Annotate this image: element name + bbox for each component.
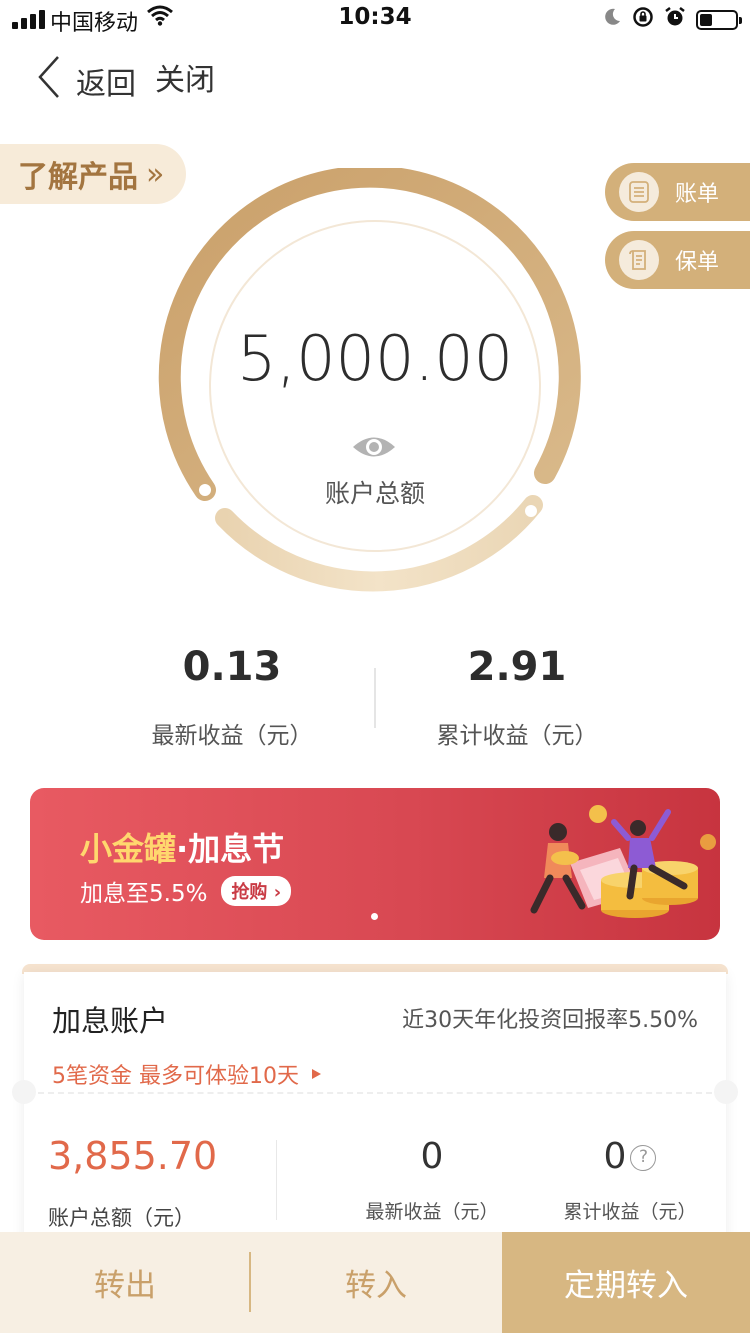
bonus-cumulative-label: 累计收益（元） — [563, 1201, 697, 1223]
transfer-in-button[interactable]: 转入 — [250, 1232, 502, 1333]
bottom-action-bar: 转出 转入 定期转入 — [0, 1232, 750, 1333]
eye-icon[interactable] — [351, 432, 397, 466]
fixed-transfer-in-button[interactable]: 定期转入 — [502, 1232, 750, 1333]
banner-title-b: 加息节 — [188, 830, 285, 868]
bonus-cumulative-value: 0 — [603, 1136, 627, 1177]
transfer-out-button[interactable]: 转出 — [0, 1232, 250, 1333]
carousel-dot — [371, 913, 378, 920]
total-earnings: 2.91 累计收益（元） — [367, 644, 667, 750]
rotation-lock-icon — [632, 6, 654, 34]
total-balance: 5,000.00 — [236, 322, 514, 395]
back-button[interactable]: 返回 — [36, 55, 136, 107]
bill-label: 账单 — [675, 182, 720, 207]
policy-button[interactable]: 保单 — [605, 231, 750, 289]
latest-earnings-value: 0.13 — [182, 644, 282, 690]
bonus-account-note[interactable]: 5笔资金 最多可体验10天 — [52, 1058, 323, 1090]
bonus-account-rate: 近30天年化投资回报率5.50% — [402, 1008, 698, 1033]
latest-earnings: 0.13 最新收益（元） — [82, 644, 382, 750]
banner-subtitle: 加息至5.5% — [80, 881, 208, 907]
bonus-latest-value: 0 — [420, 1136, 444, 1177]
bonus-account-note-text: 5笔资金 最多可体验10天 — [52, 1064, 299, 1089]
promo-banner[interactable]: 小金罐·加息节 加息至5.5% 抢购 › — [30, 788, 720, 940]
alarm-icon — [664, 6, 686, 34]
total-earnings-label: 累计收益（元） — [436, 723, 598, 749]
footer-divider — [249, 1252, 251, 1312]
chevron-left-icon — [36, 55, 62, 107]
card-notch-left — [12, 1080, 36, 1104]
bonus-cumulative: 0? 累计收益（元） — [540, 1136, 720, 1224]
banner-title-sep: · — [176, 830, 189, 868]
promo-illustration — [530, 805, 716, 918]
balance-label: 账户总额 — [324, 479, 425, 508]
bonus-total-label: 账户总额（元） — [48, 1206, 195, 1230]
learn-product-label: 了解产品 — [18, 160, 138, 195]
moon-icon — [602, 7, 622, 33]
close-button[interactable]: 关闭 — [155, 55, 215, 99]
play-arrow-icon — [309, 1062, 323, 1087]
bill-icon — [619, 172, 659, 212]
total-earnings-value: 2.91 — [467, 644, 567, 690]
help-icon[interactable]: ? — [630, 1145, 657, 1171]
bonus-latest: 0 最新收益（元） — [342, 1136, 522, 1224]
bonus-total-value: 3,855.70 — [48, 1134, 218, 1178]
bonus-account-title: 加息账户 — [52, 1004, 169, 1038]
bonus-latest-label: 最新收益（元） — [365, 1201, 499, 1223]
card-notch-right — [714, 1080, 738, 1104]
battery-icon — [696, 10, 742, 30]
policy-label: 保单 — [675, 250, 720, 275]
back-label: 返回 — [76, 67, 136, 102]
banner-title: 小金罐·加息节 — [80, 824, 284, 870]
bonus-account-card[interactable]: 加息账户 近30天年化投资回报率5.50% 5笔资金 最多可体验10天 3,85… — [12, 972, 738, 1242]
status-bar: 中国移动 10:34 — [0, 0, 750, 40]
card-divider — [276, 1140, 277, 1220]
banner-subtitle-row: 加息至5.5% 抢购 › — [80, 874, 292, 908]
policy-icon — [619, 240, 659, 280]
latest-earnings-label: 最新收益（元） — [151, 723, 313, 749]
bill-button[interactable]: 账单 — [605, 163, 750, 221]
dashed-divider — [38, 1092, 712, 1094]
banner-title-a: 小金罐 — [80, 830, 177, 868]
buy-now-button[interactable]: 抢购 › — [221, 876, 292, 906]
